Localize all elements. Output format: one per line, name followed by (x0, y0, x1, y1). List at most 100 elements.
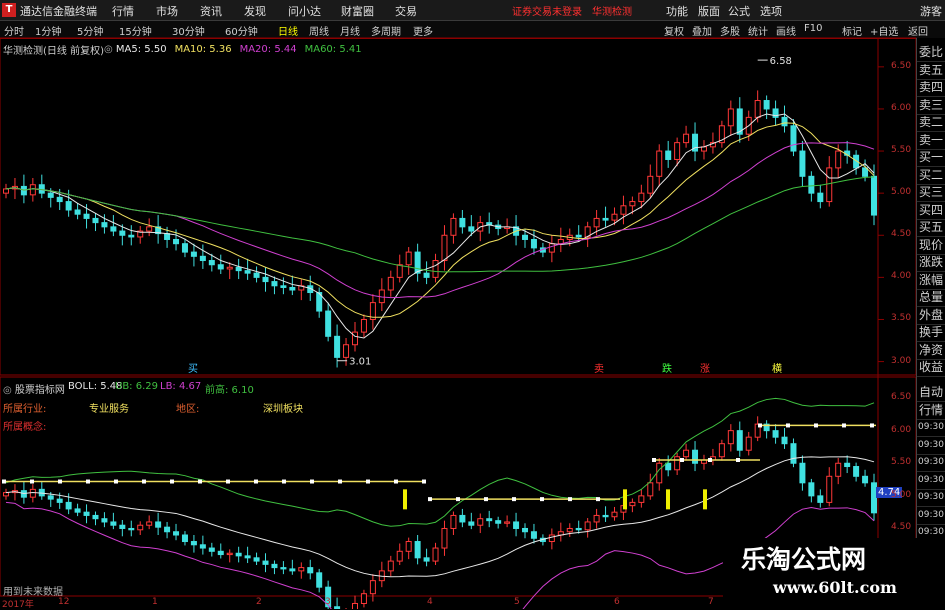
price-axis-tick: 5.00 (891, 187, 912, 198)
ind-candle-body (692, 449, 699, 464)
candle-body (271, 281, 278, 287)
side-item-4[interactable]: 卖二 (917, 114, 945, 132)
ind-candle-body (128, 527, 135, 531)
candle-body (665, 150, 672, 160)
stock-chart[interactable]: 6.58 3.01 买 卖 跌 涨 横 (0, 0, 945, 609)
candle-body (638, 192, 645, 203)
side-item-16[interactable]: 换手 (917, 324, 945, 342)
ind-candle-body (110, 521, 117, 526)
candle-body (343, 344, 350, 358)
side-ind-item-5[interactable]: 09:30 (917, 472, 945, 490)
candle-body (253, 272, 260, 278)
resistance-dot (736, 458, 740, 462)
candle-body (656, 150, 663, 177)
candle-body (826, 167, 833, 203)
resistance-dot (842, 423, 846, 428)
side-item-15[interactable]: 外盘 (917, 307, 945, 325)
candle-body (593, 217, 600, 228)
side-item-18[interactable]: 收益 (917, 359, 945, 377)
side-ind-item-1[interactable]: 行情 (917, 402, 945, 420)
price-axis-tick: 3.50 (891, 313, 912, 324)
side-ind-item-3[interactable]: 09:30 (917, 437, 945, 455)
candle-body (190, 251, 197, 257)
ind-candle-body (405, 541, 412, 552)
ind-candle-body (566, 527, 573, 533)
resistance-dot (596, 497, 600, 502)
candle-body (441, 234, 448, 262)
side-ind-item-7[interactable]: 09:30 (917, 507, 945, 525)
ind-candle-body (65, 501, 72, 510)
side-ind-item-6[interactable]: 09:30 (917, 489, 945, 507)
resistance-dot (456, 497, 460, 502)
date-tick: 5 (514, 597, 520, 607)
ind-candle-body (674, 456, 681, 471)
side-item-14[interactable]: 总量 (917, 289, 945, 307)
ind-candle-body (298, 567, 305, 572)
candle-body (65, 201, 72, 211)
side-item-8[interactable]: 买三 (917, 184, 945, 202)
candle-body (620, 205, 627, 215)
side-item-17[interactable]: 净资 (917, 342, 945, 360)
signal-mark-3: 涨 (700, 363, 710, 375)
ma-line-2 (5, 142, 875, 299)
side-ind-item-2[interactable]: 09:30 (917, 419, 945, 437)
ind-candle-body (307, 567, 314, 574)
candle-body (351, 331, 358, 346)
resistance-dot (86, 479, 90, 484)
concept-label: 所属概念: (3, 422, 47, 433)
side-item-6[interactable]: 买一 (917, 149, 945, 167)
ind-candle-body (450, 514, 457, 529)
indicator-icon: ◎ (3, 385, 15, 396)
candle-body (244, 270, 251, 274)
candle-body (199, 255, 206, 262)
candle-body (459, 217, 466, 228)
side-item-0[interactable]: 委比 (917, 44, 945, 62)
indicator-name: 股票指标网 (14, 385, 65, 396)
side-item-10[interactable]: 买五 (917, 219, 945, 237)
side-item-13[interactable]: 涨幅 (917, 272, 945, 290)
side-item-11[interactable]: 现价 (917, 237, 945, 255)
resistance-dot (394, 479, 398, 484)
ind-candle-body (29, 488, 36, 498)
region-value: 深圳板块 (263, 404, 303, 415)
indicator-axis-tick: 6.00 (891, 424, 912, 435)
candle-body (423, 272, 430, 278)
ind-candle-body (199, 544, 206, 549)
ind-candle-body (3, 492, 9, 497)
candle-body (29, 184, 36, 196)
ind-candle-body (173, 531, 180, 536)
date-tick: 3 (325, 597, 331, 607)
ind-candle-body (387, 560, 394, 572)
resistance-dot (282, 479, 286, 484)
candle-body (835, 150, 842, 169)
resistance-dot (198, 479, 202, 484)
side-item-3[interactable]: 卖三 (917, 97, 945, 115)
side-ind-item-4[interactable]: 09:30 (917, 454, 945, 472)
price-axis-tick: 6.00 (891, 102, 912, 113)
ind-candle-body (137, 524, 144, 531)
side-item-2[interactable]: 卖四 (917, 79, 945, 97)
side-item-1[interactable]: 卖五 (917, 62, 945, 80)
price-axis-tick: 4.00 (891, 271, 912, 282)
industry-label: 所属行业: (3, 404, 47, 415)
ind-candle-body (584, 521, 591, 531)
candle-body (92, 217, 99, 224)
main-panel-frame (0, 37, 917, 376)
side-item-7[interactable]: 买二 (917, 167, 945, 185)
side-item-5[interactable]: 卖一 (917, 132, 945, 150)
ind-candle-body (718, 443, 725, 458)
ind-candle-body (92, 514, 99, 520)
ind-candle-body (369, 580, 376, 595)
side-item-12[interactable]: 涨跌 (917, 254, 945, 272)
candle-body (432, 260, 439, 278)
ind-candle-body (629, 501, 636, 507)
candle-body (128, 234, 135, 238)
candle-body (396, 264, 403, 278)
ind-candle-body (781, 436, 788, 445)
side-item-9[interactable]: 买四 (917, 202, 945, 220)
ind-candle-body (602, 514, 609, 518)
side-ind-item-0[interactable]: 自动 (917, 384, 945, 402)
candle-body (110, 226, 117, 232)
signal-mark-0: 买 (188, 363, 198, 375)
resistance-dot (2, 479, 6, 484)
